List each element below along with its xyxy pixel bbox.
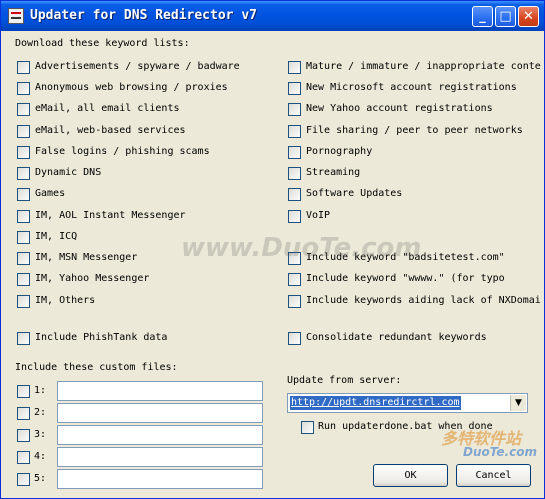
checkbox-custom-file[interactable] — [17, 385, 30, 398]
phishtank-label: Include PhishTank data — [35, 332, 168, 343]
custom-file-label: 4: — [34, 451, 47, 462]
custom-file-input[interactable] — [57, 403, 263, 423]
checkbox-list[interactable] — [17, 295, 30, 308]
checkbox-list[interactable] — [17, 61, 30, 74]
custom-file-input[interactable] — [57, 381, 263, 401]
checkbox-run-updaterdone[interactable] — [301, 421, 314, 434]
checkbox-list[interactable] — [17, 82, 30, 95]
checkbox-phishtank[interactable] — [17, 332, 30, 345]
checkbox-list[interactable] — [288, 167, 301, 180]
keyword-label: Include keywords aiding lack of NXDomai — [306, 295, 541, 306]
checkbox-list[interactable] — [17, 252, 30, 265]
checkbox-custom-file[interactable] — [17, 473, 30, 486]
custom-file-input[interactable] — [57, 447, 263, 467]
checkbox-custom-file[interactable] — [17, 429, 30, 442]
ok-button[interactable]: OK — [373, 464, 448, 487]
checkbox-list[interactable] — [288, 61, 301, 74]
updater-window: Updater for DNS Redirector v7 _ □ ✕ Down… — [0, 0, 545, 499]
checkbox-consolidate[interactable] — [288, 332, 301, 345]
checkbox-list[interactable] — [288, 103, 301, 116]
list-label: New Yahoo account registrations — [306, 103, 493, 114]
custom-file-input[interactable] — [57, 469, 263, 489]
list-label: IM, Yahoo Messenger — [35, 273, 150, 284]
list-label: New Microsoft account registrations — [306, 82, 517, 93]
list-label: IM, MSN Messenger — [35, 252, 138, 263]
list-label: IM, ICQ — [35, 231, 78, 242]
server-select[interactable]: http://updt.dnsredirctrl.com ▼ — [287, 393, 528, 413]
checkbox-list[interactable] — [288, 125, 301, 138]
checkbox-list[interactable] — [288, 188, 301, 201]
checkbox-list[interactable] — [17, 167, 30, 180]
chevron-down-icon[interactable]: ▼ — [510, 395, 526, 411]
window-title: Updater for DNS Redirector v7 — [30, 8, 257, 23]
checkbox-custom-file[interactable] — [17, 407, 30, 420]
consolidate-label: Consolidate redundant keywords — [306, 332, 487, 343]
checkbox-list[interactable] — [17, 188, 30, 201]
minimize-button[interactable]: _ — [472, 6, 493, 27]
title-bar[interactable]: Updater for DNS Redirector v7 _ □ ✕ — [1, 1, 544, 31]
checkbox-keyword[interactable] — [288, 273, 301, 286]
list-label: Dynamic DNS — [35, 167, 102, 178]
custom-file-label: 2: — [34, 407, 47, 418]
checkbox-list[interactable] — [288, 82, 301, 95]
checkbox-list[interactable] — [17, 103, 30, 116]
custom-files-heading: Include these custom files: — [15, 362, 178, 373]
custom-file-input[interactable] — [57, 425, 263, 445]
cancel-button[interactable]: Cancel — [456, 464, 531, 487]
checkbox-list[interactable] — [17, 231, 30, 244]
close-button[interactable]: ✕ — [518, 6, 539, 27]
custom-file-label: 3: — [34, 429, 47, 440]
app-icon — [8, 8, 24, 24]
list-label: False logins / phishing scams — [35, 146, 210, 157]
server-selected-value: http://updt.dnsredirctrl.com — [290, 396, 461, 410]
custom-file-label: 1: — [34, 385, 47, 396]
list-label: Advertisements / spyware / badware — [35, 61, 240, 72]
list-label: VoIP — [306, 210, 331, 221]
list-label: Mature / immature / inappropriate conte — [306, 61, 541, 72]
list-label: File sharing / peer to peer networks — [306, 125, 523, 136]
keyword-label: Include keyword "wwww." (for typo — [306, 273, 505, 284]
custom-file-label: 5: — [34, 473, 47, 484]
checkbox-list[interactable] — [288, 210, 301, 223]
checkbox-keyword[interactable] — [288, 295, 301, 308]
checkbox-list[interactable] — [288, 146, 301, 159]
list-label: IM, AOL Instant Messenger — [35, 210, 186, 221]
list-label: Pornography — [306, 146, 373, 157]
list-label: eMail, web-based services — [35, 125, 186, 136]
list-label: IM, Others — [35, 295, 96, 306]
checkbox-list[interactable] — [17, 125, 30, 138]
list-label: Anonymous web browsing / proxies — [35, 82, 228, 93]
checkbox-list[interactable] — [17, 146, 30, 159]
list-label: Games — [35, 188, 66, 199]
checkbox-custom-file[interactable] — [17, 451, 30, 464]
list-label: Streaming — [306, 167, 361, 178]
checkbox-list[interactable] — [17, 273, 30, 286]
lists-heading: Download these keyword lists: — [15, 38, 190, 49]
list-label: Software Updates — [306, 188, 403, 199]
watermark-logo: DuoTe.com — [463, 445, 537, 459]
maximize-button[interactable]: □ — [495, 6, 516, 27]
list-label: eMail, all email clients — [35, 103, 180, 114]
watermark-logo: www.DuoTe.com — [181, 233, 422, 263]
checkbox-list[interactable] — [17, 210, 30, 223]
server-label: Update from server: — [287, 375, 402, 386]
